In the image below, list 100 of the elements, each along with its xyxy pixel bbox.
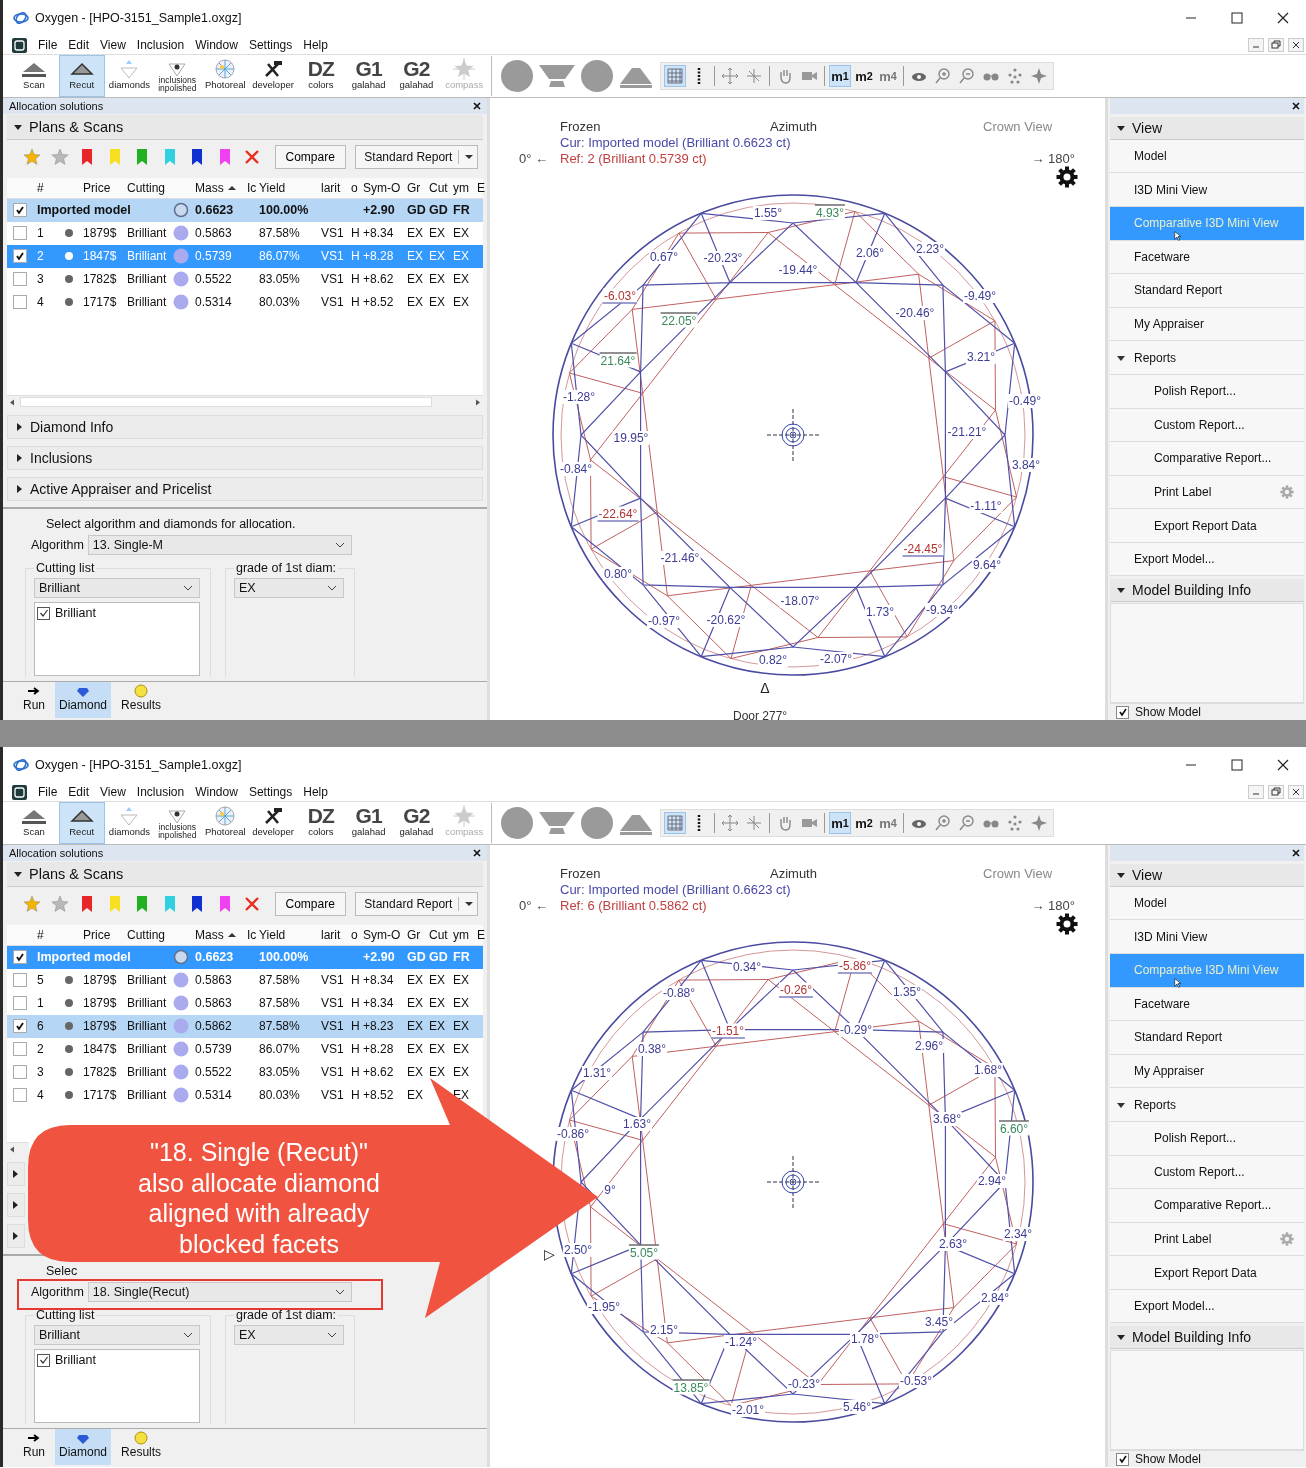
grade-dropdown[interactable]: EX [234, 578, 344, 598]
round-shape-icon[interactable] [500, 806, 534, 840]
move-tool-button[interactable] [719, 65, 741, 87]
tree-item[interactable]: Reports [1110, 341, 1304, 375]
checkbox[interactable] [13, 950, 27, 965]
maximize-icon[interactable] [1231, 759, 1243, 771]
menu-item[interactable]: Edit [68, 785, 90, 799]
minimize-icon[interactable] [1248, 38, 1264, 52]
column-header[interactable]: Cut [429, 180, 448, 195]
checkbox[interactable] [1116, 705, 1129, 719]
delete-icon[interactable] [243, 148, 261, 166]
column-header[interactable]: Price [83, 927, 111, 942]
section-header[interactable] [7, 1193, 25, 1217]
close-icon[interactable] [473, 849, 481, 857]
toolbar-button[interactable]: Photoreal [202, 55, 249, 97]
section-header[interactable]: Inclusions [7, 446, 483, 470]
section-header[interactable]: Plans & Scans [7, 862, 483, 887]
menu-item[interactable]: Settings [248, 38, 293, 52]
section-header[interactable]: Model Building Info [1110, 1326, 1304, 1350]
table-row[interactable]: Imported model 0.6623 100.00% +2.90 GD GD FR [7, 198, 483, 222]
tree-item[interactable]: Standard Report [1110, 1021, 1304, 1055]
section-header[interactable]: View [1110, 116, 1304, 140]
close-icon[interactable] [1292, 101, 1300, 110]
settings-icon[interactable] [1056, 913, 1078, 935]
scroll-left-icon[interactable] [10, 398, 15, 406]
tree-item[interactable]: Facetware [1110, 987, 1304, 1022]
section-header[interactable]: Diamond Info [7, 415, 483, 439]
column-header[interactable]: Gr [407, 927, 421, 942]
table-row[interactable]: 1 1879$ Brilliant 0.5863 87.58% VS1 H +8.34 EX EX EX [7, 221, 483, 245]
panel-tab[interactable]: Results [117, 1429, 166, 1465]
tree-item[interactable]: Print Label [1110, 1222, 1304, 1257]
round-shape-icon[interactable] [500, 59, 534, 93]
tree-item[interactable]: I3D Mini View [1110, 920, 1304, 955]
column-header[interactable]: Mass [195, 180, 224, 195]
menu-item[interactable]: Window [195, 38, 238, 52]
column-header[interactable]: o [351, 927, 358, 942]
tree-item[interactable]: Polish Report... [1110, 1121, 1304, 1156]
checkbox[interactable] [13, 996, 27, 1011]
section-header[interactable]: Plans & Scans [7, 115, 483, 140]
caret-icon[interactable] [465, 901, 474, 907]
section-header[interactable] [7, 1162, 25, 1186]
tree-item[interactable]: Standard Report [1110, 274, 1304, 308]
panel-tab[interactable]: Diamond [55, 1429, 112, 1465]
compare-button[interactable]: Compare [274, 892, 346, 916]
close-icon[interactable] [1292, 848, 1300, 857]
table-row[interactable]: 1 1879$ Brilliant 0.5863 87.58% VS1 H +8.34 EX EX EX [7, 991, 483, 1015]
app-menu-icon[interactable] [12, 784, 27, 800]
checkbox[interactable] [1116, 1452, 1129, 1466]
panel-tab[interactable]: Run [19, 1429, 49, 1465]
panel-tab[interactable]: Run [19, 682, 49, 718]
column-header[interactable]: # [37, 180, 44, 195]
tree-item[interactable]: Model [1110, 886, 1304, 921]
compare-button[interactable]: Compare [274, 145, 346, 169]
checkbox[interactable] [13, 272, 27, 287]
tree-item[interactable]: Export Model... [1110, 1289, 1304, 1324]
checkbox[interactable] [13, 295, 27, 310]
table-row[interactable]: 2 1847$ Brilliant 0.5739 86.07% VS1 H +8.28 EX EX EX [7, 1037, 483, 1061]
delete-icon[interactable] [243, 895, 261, 913]
toolbar-button[interactable]: developer [250, 55, 296, 97]
maximize-icon[interactable] [1231, 12, 1243, 24]
tree-item[interactable]: Model [1110, 139, 1304, 174]
star-icon[interactable] [50, 148, 69, 166]
tree-item[interactable]: Print Label [1110, 475, 1304, 510]
grade-dropdown[interactable]: EX [234, 1325, 344, 1345]
column-header[interactable]: Cut [429, 927, 448, 942]
scroll-left-icon[interactable] [10, 1145, 15, 1153]
column-header[interactable]: Sym-O [363, 180, 401, 195]
column-header[interactable]: o [351, 180, 358, 195]
close-icon[interactable] [1277, 759, 1289, 771]
restore-icon[interactable] [1268, 38, 1284, 52]
algorithm-dropdown[interactable]: 18. Single(Recut) [87, 1282, 352, 1302]
toolbar-button[interactable]: diamonds [106, 55, 153, 97]
column-header[interactable]: Sym-O [363, 927, 401, 942]
star-icon[interactable] [23, 148, 41, 166]
tree-item[interactable]: My Appraiser [1110, 307, 1304, 342]
close-icon[interactable] [473, 102, 481, 110]
scroll-right-icon[interactable] [475, 398, 480, 406]
gear-icon[interactable] [1280, 1231, 1294, 1246]
tree-item[interactable]: Reports [1110, 1088, 1304, 1122]
star-icon[interactable] [50, 895, 69, 913]
toolbar-button[interactable]: Scan [11, 802, 57, 844]
column-header[interactable]: E [477, 927, 485, 942]
toolbar-button[interactable]: Recut [58, 802, 105, 844]
tree-item[interactable]: My Appraiser [1110, 1054, 1304, 1089]
caret-icon[interactable] [465, 154, 474, 160]
close-icon[interactable] [1277, 12, 1289, 24]
panel-tab[interactable]: Results [117, 682, 166, 718]
column-header[interactable]: Ic [247, 927, 257, 942]
tree-item[interactable]: Custom Report... [1110, 408, 1304, 443]
toolbar-button[interactable]: G2 galahad [393, 802, 440, 844]
section-header[interactable]: View [1110, 863, 1304, 887]
toolbar-button[interactable]: developer [250, 802, 296, 844]
cutting-dropdown[interactable]: Brilliant [34, 578, 200, 598]
menu-item[interactable]: File [38, 785, 58, 799]
tree-item[interactable]: I3D Mini View [1110, 173, 1304, 208]
section-header[interactable]: Active Appraiser and Pricelist [7, 477, 483, 501]
column-header[interactable]: larit [321, 180, 341, 195]
toolbar-button[interactable]: G1 galahad [345, 55, 392, 97]
column-header[interactable]: larit [321, 927, 341, 942]
checkbox[interactable] [13, 1042, 27, 1057]
